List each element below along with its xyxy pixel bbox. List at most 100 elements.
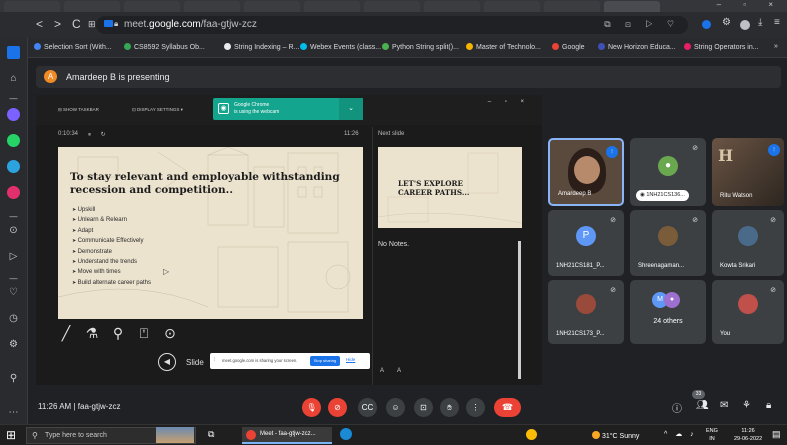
bookmark[interactable]: CS8592 Syllabus Ob... [124,43,205,51]
browser-tab[interactable] [124,1,180,12]
pen-tool-icon[interactable]: ╱ [58,325,74,341]
presenter-window-controls[interactable]: – ▫ × [488,99,530,105]
bookmark[interactable]: New Horizon Educa... [598,43,676,51]
browser-tab[interactable] [364,1,420,12]
menu-icon[interactable]: ≡ [774,17,780,28]
instagram-icon[interactable] [7,186,20,199]
raise-hand-button[interactable]: ✋︎ [440,398,459,417]
speaking-indicator-icon: ⦙ [606,146,618,158]
mic-toggle-button[interactable]: 🎙︎ [302,398,321,417]
chat-icon[interactable]: ✉ [720,400,728,411]
address-bar[interactable]: 🔒︎ meet.google.com/faa-gtjw-zcz ⧉ ⊡ ▷ ♡ [96,16,688,34]
captions-button[interactable]: CC [358,398,377,417]
hide-sharing-bar-button[interactable]: Hide [346,357,355,362]
window-controls[interactable]: – ▫ × [717,0,783,9]
browser-tab[interactable] [244,1,300,12]
settings-icon[interactable]: ⚙ [7,338,20,351]
notes-scrollbar[interactable] [518,241,521,379]
participant-tile[interactable]: ⊘ ● ◉ 1NH21CS136... [630,138,706,206]
browser-tab[interactable] [4,1,60,12]
participant-tile-ritu[interactable]: H ⦙ Ritu Watson [712,138,784,206]
reload-button[interactable]: C [72,17,81,31]
bookmark[interactable]: Python String split()... [382,43,459,51]
notifications-icon[interactable]: ▤ [772,429,781,440]
url-text[interactable]: meet.google.com/faa-gtjw-zcz [124,19,257,30]
omnibox-actions-icon[interactable]: ⧉ ⊡ ▷ ♡ [604,19,680,30]
pane-divider[interactable] [372,127,373,385]
browser-tab[interactable] [544,1,600,12]
download-icon[interactable]: ⤓ [758,17,762,28]
browser-tab[interactable] [184,1,240,12]
reactions-button[interactable]: ☺ [386,398,405,417]
apps-icon[interactable]: ⊞ [88,19,96,30]
task-view-icon[interactable]: ⧉ [208,429,214,440]
back-button[interactable]: < [36,17,43,31]
subtitles-icon[interactable]: ⍞ [136,325,152,341]
notification-expand-button[interactable]: ⌄ [339,98,363,120]
heart-icon[interactable]: ♡ [7,286,20,299]
activities-icon[interactable]: ⚘ [742,400,751,411]
system-tray-icons[interactable]: ^ ☁ ♪ [664,430,697,438]
timer-controls-icon[interactable]: ⏸ ↻ [88,131,110,139]
home-icon[interactable]: ⌂ [7,72,20,85]
bookmarks-overflow-button[interactable]: » [774,43,778,50]
participant-tile[interactable]: ⊘ P 1NH21CS181_P... [548,210,624,276]
whatsapp-icon[interactable] [7,134,20,147]
browser-tab[interactable] [484,1,540,12]
participant-tile[interactable]: ⊘ Shreenagaman... [630,210,706,276]
extension-icon[interactable] [702,20,711,29]
previous-slide-button[interactable]: ◀ [158,353,176,371]
bookmark[interactable]: Webex Events (class... [300,43,381,51]
stop-sharing-button[interactable]: Stop sharing [310,356,340,366]
host-controls-icon[interactable]: 🔒︎ [766,400,771,411]
present-button[interactable]: ⊡ [414,398,433,417]
media-icon[interactable]: ⊙ [7,224,20,237]
people-icon[interactable]: 👥︎ [696,400,709,411]
bookmark[interactable]: String Operators in... [684,43,759,51]
participant-tile[interactable]: ⊘ Kowta Srikari [712,210,784,276]
zoom-icon[interactable]: ⚲ [110,325,126,341]
drag-handle-icon[interactable]: ⁞ [214,357,215,363]
participant-tile[interactable]: ⊘ 1NH21CS173_P... [548,280,624,344]
browser-tab-active[interactable] [604,1,660,12]
bookmark[interactable]: Master of Technolo... [466,43,541,51]
extensions-puzzle-icon[interactable]: ⚙ [722,17,731,28]
system-clock[interactable]: 11:26 29-06-2022 [734,427,762,443]
browser-tab[interactable] [304,1,360,12]
telegram-icon[interactable] [7,160,20,173]
play-icon[interactable]: ▷ [7,250,20,263]
browser-tab[interactable] [424,1,480,12]
more-options-button[interactable]: ⋮ [466,398,485,417]
chrome-taskbar-icon[interactable] [526,429,537,440]
bookmark[interactable]: Selection Sort (With... [34,43,112,51]
messenger-icon[interactable] [7,108,20,121]
show-taskbar-button[interactable]: ⊟ SHOW TASKBAR [58,107,99,113]
next-slide-preview[interactable]: LET'S EXPLORE CAREER PATHS... [378,147,522,228]
display-settings-button[interactable]: ⊡ DISPLAY SETTINGS ▾ [132,107,183,113]
forward-button[interactable]: > [54,17,61,31]
participant-photo [738,294,758,314]
workspace-icon[interactable] [7,46,20,59]
history-icon[interactable]: ◷ [7,312,20,325]
pin-icon[interactable]: ⚲ [7,372,20,385]
notes-font-size-buttons[interactable]: A A [380,368,407,374]
edge-icon[interactable] [340,428,352,440]
end-call-button[interactable]: ☎ [494,398,521,417]
taskbar-chrome-meet[interactable]: Meet - faa-gtjw-zcz... [242,427,332,444]
webcam-notification[interactable]: ◉ Google Chrome is using the webcam ⌄ [213,98,363,120]
bookmark[interactable]: Google [552,43,585,51]
more-icon[interactable]: ⋯ [7,406,20,419]
profile-avatar[interactable] [740,20,750,30]
more-options-icon[interactable]: ⊙ [162,325,178,341]
bookmark[interactable]: String Indexing – R... [224,43,299,51]
meeting-details-icon[interactable]: ⓘ [672,400,682,415]
weather-widget[interactable]: 31°C Sunny [592,431,639,440]
participant-tile-you[interactable]: ⊘ You [712,280,784,344]
participant-tile-amardeep[interactable]: ⦙ Amardeep B [548,138,624,206]
camera-toggle-button[interactable]: ⊘ [328,398,347,417]
language-indicator[interactable]: ENG IN [706,427,718,443]
windows-start-icon[interactable]: ⊞ [6,429,16,441]
participant-tile-others[interactable]: M ● 24 others [630,280,706,344]
browser-tab[interactable] [64,1,120,12]
laser-pointer-icon[interactable]: ⚗ [84,325,100,341]
